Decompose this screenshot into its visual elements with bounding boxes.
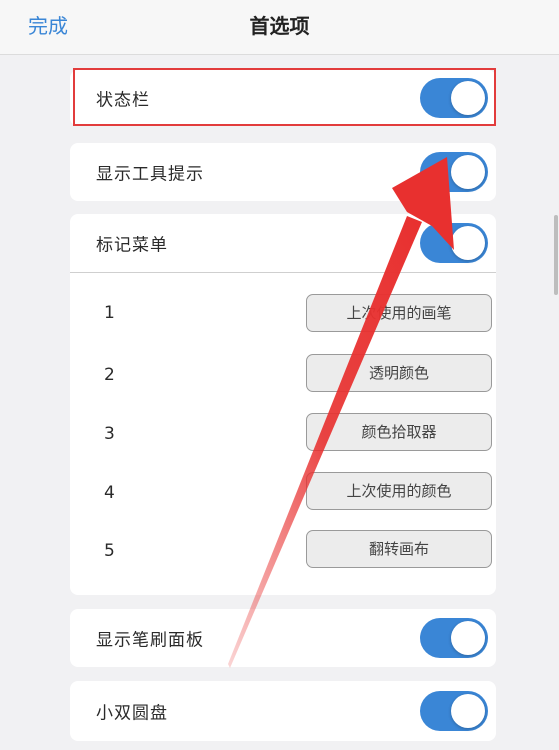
show-brush-panel-label: 显示笔刷面板 [96, 630, 204, 651]
toggle-knob [451, 81, 485, 115]
menu-item-number: 5 [104, 541, 115, 561]
preferences-screen: 完成 首选项 状态栏 显示工具提示 标记菜单 1 上次使用的画笔 2 透明颜色 … [0, 0, 559, 750]
menu-item-number: 1 [104, 303, 115, 323]
mark-menu-card: 标记菜单 1 上次使用的画笔 2 透明颜色 3 颜色拾取器 4 上次使用的颜色 … [70, 214, 496, 595]
mark-menu-toggle[interactable] [420, 223, 488, 263]
menu-item-action-button[interactable]: 颜色拾取器 [306, 413, 492, 451]
page-title: 首选项 [249, 14, 310, 38]
menu-item-number: 2 [104, 365, 115, 385]
status-bar-row: 状态栏 [70, 70, 496, 126]
divider [70, 272, 496, 273]
small-double-dial-toggle[interactable] [420, 691, 488, 731]
show-tooltips-row: 显示工具提示 [70, 144, 496, 200]
menu-item-action-button[interactable]: 上次使用的颜色 [306, 472, 492, 510]
toggle-knob [451, 694, 485, 728]
mark-menu-row: 标记菜单 [70, 215, 496, 271]
menu-item-action-button[interactable]: 上次使用的画笔 [306, 294, 492, 332]
show-brush-panel-row: 显示笔刷面板 [70, 610, 496, 666]
show-tooltips-card: 显示工具提示 [70, 143, 496, 201]
nav-bar: 完成 首选项 [0, 0, 559, 55]
toggle-knob [451, 621, 485, 655]
mark-menu-label: 标记菜单 [96, 235, 168, 256]
show-brush-panel-card: 显示笔刷面板 [70, 609, 496, 667]
menu-item-number: 3 [104, 424, 115, 444]
toggle-knob [451, 226, 485, 260]
status-bar-label: 状态栏 [96, 90, 150, 111]
small-double-dial-label: 小双圆盘 [96, 703, 168, 724]
menu-item-action-button[interactable]: 透明颜色 [306, 354, 492, 392]
scrollbar[interactable] [554, 215, 558, 295]
menu-item-action-button[interactable]: 翻转画布 [306, 530, 492, 568]
show-tooltips-label: 显示工具提示 [96, 164, 204, 185]
status-bar-card: 状态栏 [70, 70, 496, 126]
toggle-knob [451, 155, 485, 189]
show-brush-panel-toggle[interactable] [420, 618, 488, 658]
status-bar-toggle[interactable] [420, 78, 488, 118]
small-double-dial-card: 小双圆盘 [70, 681, 496, 741]
menu-item-number: 4 [104, 483, 115, 503]
show-tooltips-toggle[interactable] [420, 152, 488, 192]
small-double-dial-row: 小双圆盘 [70, 683, 496, 739]
